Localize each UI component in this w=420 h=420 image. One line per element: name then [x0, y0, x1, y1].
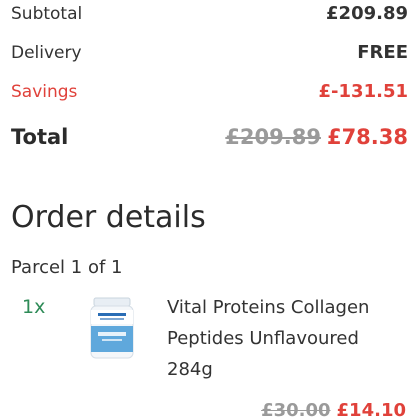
collagen-tub-icon — [90, 297, 134, 359]
order-details-title: Order details — [11, 200, 206, 235]
subtotal-row: Subtotal £209.89 — [11, 3, 408, 24]
delivery-row: Delivery FREE — [11, 42, 408, 63]
total-row: Total £209.89 £78.38 — [11, 125, 408, 149]
product-name[interactable]: Vital Proteins Collagen Peptides Unflavo… — [167, 292, 407, 385]
savings-value: £-131.51 — [318, 81, 408, 102]
item-quantity: 1x — [22, 296, 46, 318]
item-price-group: £30.00 £14.10 — [261, 400, 406, 420]
total-original-price: £209.89 — [225, 125, 321, 149]
subtotal-label: Subtotal — [11, 3, 83, 24]
total-price: £78.38 — [326, 125, 408, 149]
delivery-label: Delivery — [11, 42, 82, 63]
savings-row: Savings £-131.51 — [11, 81, 408, 102]
savings-label: Savings — [11, 81, 78, 102]
parcel-label: Parcel 1 of 1 — [11, 257, 123, 278]
delivery-value: FREE — [357, 42, 408, 63]
product-image[interactable] — [86, 296, 138, 360]
total-label: Total — [11, 125, 69, 149]
item-price: £14.10 — [336, 400, 406, 420]
subtotal-value: £209.89 — [326, 3, 408, 24]
total-price-group: £209.89 £78.38 — [225, 125, 408, 149]
item-original-price: £30.00 — [261, 400, 331, 420]
